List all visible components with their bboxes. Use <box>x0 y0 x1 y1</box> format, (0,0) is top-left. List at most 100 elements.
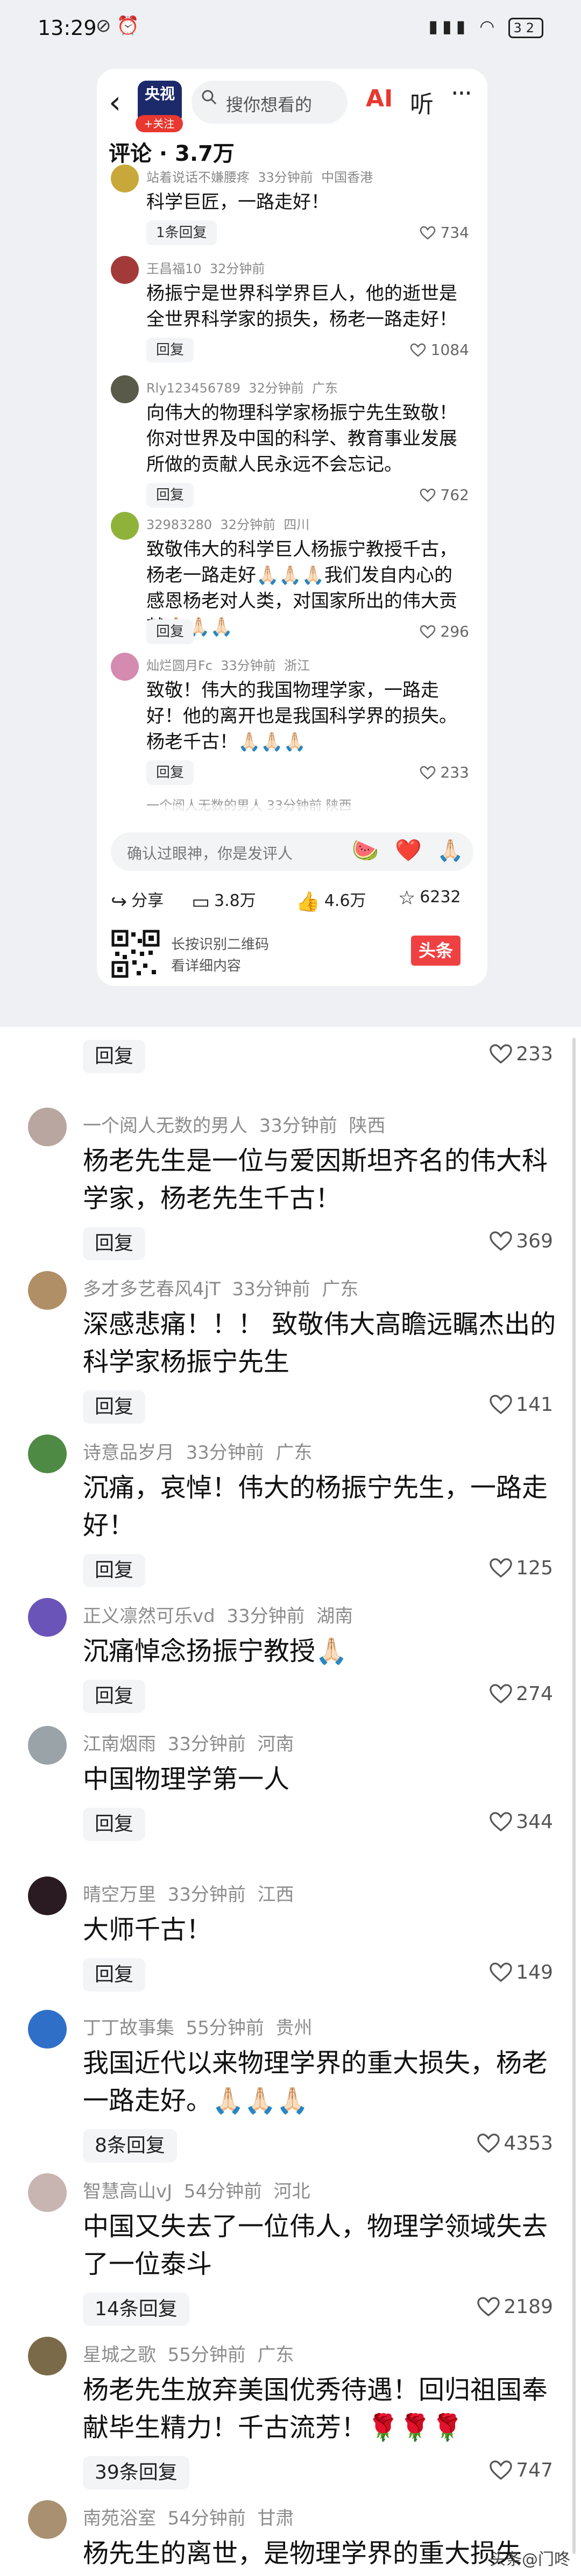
like-button[interactable]: 141 <box>489 1394 553 1416</box>
avatar[interactable] <box>111 375 139 403</box>
battery-indicator: 32 <box>508 18 543 38</box>
like-button[interactable]: 296 <box>420 623 469 640</box>
avatar[interactable] <box>28 2500 67 2539</box>
username[interactable]: 江南烟雨 <box>83 1733 156 1755</box>
avatar[interactable] <box>28 1876 67 1915</box>
like-button[interactable]: 233 <box>420 763 469 781</box>
reply-button[interactable]: 回复 <box>83 1808 146 1841</box>
replies-button[interactable]: 39条回复 <box>83 2456 189 2489</box>
username[interactable]: Rly123456789 <box>146 381 240 396</box>
avatar[interactable] <box>28 2173 67 2212</box>
username[interactable]: 多才多艺春风4jT <box>83 1279 221 1300</box>
watermelon-emoji-button[interactable]: 🍉 <box>352 838 379 863</box>
location: 广东 <box>312 381 338 396</box>
comment-text: 我国近代以来物理学界的重大损失，杨老一路走好。🙏🏻🙏🏻🙏🏻 <box>83 2048 548 2116</box>
username[interactable]: 诗意品岁月 <box>83 1442 174 1464</box>
replies-button[interactable]: 8条回复 <box>83 2129 177 2163</box>
heart-icon <box>420 488 435 502</box>
reply-button[interactable]: 回复 <box>83 1554 146 1587</box>
like-button[interactable]: 2189 <box>477 2296 553 2318</box>
reply-button[interactable]: 回复 <box>83 1390 146 1424</box>
location: 湖南 <box>316 1605 353 1627</box>
username[interactable]: 星城之歌 <box>83 2344 156 2366</box>
username[interactable]: 站着说话不嫌腰疼 <box>146 170 250 185</box>
location: 广东 <box>275 1442 313 1464</box>
share-button[interactable]: ↪ 分享 <box>111 887 164 913</box>
username[interactable]: 丁丁故事集 <box>83 2017 174 2039</box>
reply-button[interactable]: 回复 <box>83 1680 146 1713</box>
like-button[interactable]: 4353 <box>477 2132 553 2154</box>
like-button[interactable]: 233 <box>489 1043 553 1065</box>
username[interactable]: 晴空万里 <box>83 1884 156 1906</box>
username[interactable]: 32983280 <box>146 517 212 532</box>
reply-button[interactable]: 回复 <box>83 1227 146 1260</box>
reply-button[interactable]: 回复 <box>146 760 194 785</box>
reply-button[interactable]: 回复 <box>146 483 194 508</box>
reply-button[interactable]: 1条回复 <box>146 220 217 245</box>
avatar[interactable] <box>28 1108 67 1146</box>
reply-button[interactable]: 回复 <box>146 619 194 644</box>
like-button[interactable]: 149 <box>489 1961 553 1983</box>
comment-text: 大师千古！ <box>83 1915 212 1945</box>
username[interactable]: 一个阅人无数的男人 <box>83 1115 247 1137</box>
username[interactable]: 智慧高山vJ <box>83 2181 172 2202</box>
listen-button[interactable]: 听 <box>410 85 434 119</box>
like-button[interactable]: 1084 <box>410 341 469 359</box>
timestamp: 33分钟前 <box>226 1605 305 1627</box>
avatar[interactable] <box>111 653 139 681</box>
avatar[interactable] <box>28 1271 67 1310</box>
comment-text: 杨老先生放弃美国优秀待遇！回归祖国奉献毕生精力！千古流芳！🌹🌹🌹 <box>83 2375 548 2443</box>
pray-emoji-button[interactable]: 🙏🏻 <box>437 838 464 863</box>
avatar[interactable] <box>28 2337 67 2375</box>
username[interactable]: 正义凛然可乐vd <box>83 1605 215 1627</box>
like-button[interactable]: 762 <box>420 486 469 504</box>
timestamp: 33分钟前 <box>186 1442 264 1464</box>
card-header: ‹ 央视 +关注 搜你想看的 AI 听 ··· <box>97 69 487 139</box>
comments-button[interactable]: ▭ 3.8万 <box>192 887 256 913</box>
timestamp: 33分钟前 <box>259 1115 337 1137</box>
comment-input[interactable]: 确认过眼神，你是发评人 🍉 ❤️ 🙏🏻 <box>111 832 473 871</box>
like-button[interactable]: 734 <box>420 224 469 241</box>
heart-icon <box>420 766 435 780</box>
avatar[interactable] <box>111 512 139 540</box>
like-button[interactable]: 274 <box>489 1683 553 1705</box>
back-arrow-icon[interactable]: ‹ <box>109 84 121 120</box>
like-count: 274 <box>516 1683 553 1705</box>
reply-button[interactable]: 回复 <box>83 1958 146 1992</box>
qr-hint-sub: 看详细内容 <box>171 958 242 974</box>
scrollbar[interactable] <box>572 1038 576 2554</box>
follow-button[interactable]: +关注 <box>136 115 183 132</box>
ai-button[interactable]: AI <box>366 85 393 112</box>
heart-emoji-button[interactable]: ❤️ <box>395 838 422 863</box>
location: 广东 <box>322 1279 359 1300</box>
avatar[interactable] <box>28 1726 67 1765</box>
heart-icon <box>420 625 435 639</box>
qr-code-icon[interactable] <box>111 929 160 979</box>
username[interactable]: 灿烂圆月Fc <box>146 658 212 673</box>
replies-button[interactable]: 14条回复 <box>83 2293 189 2326</box>
like-button[interactable]: 369 <box>489 1230 553 1252</box>
username[interactable]: 王昌福10 <box>146 261 202 276</box>
like-button[interactable]: 125 <box>489 1557 553 1579</box>
avatar[interactable] <box>111 256 139 284</box>
location: 河北 <box>273 2181 310 2202</box>
like-button[interactable]: 747 <box>489 2459 553 2481</box>
favorite-button[interactable]: ☆ 6232 <box>398 887 461 909</box>
reply-button[interactable]: 回复 <box>83 1040 146 1073</box>
avatar[interactable] <box>111 165 139 192</box>
avatar[interactable] <box>28 2010 67 2049</box>
comment-text: 沉痛，哀悼！伟大的杨振宁先生，一路走好！ <box>83 1473 548 1540</box>
like-button[interactable]: 344 <box>489 1811 553 1833</box>
search-input[interactable]: 搜你想看的 <box>192 81 348 124</box>
status-time: 13:29 <box>38 16 97 40</box>
reply-button[interactable]: 回复 <box>146 338 194 362</box>
avatar[interactable] <box>28 1435 67 1473</box>
avatar[interactable] <box>28 1598 67 1637</box>
username[interactable]: 南苑浴室 <box>83 2508 156 2529</box>
location: 贵州 <box>275 2017 313 2039</box>
timestamp: 33分钟前 <box>221 658 276 673</box>
like-button[interactable]: 👍 4.6万 <box>296 887 366 913</box>
like-count: 369 <box>516 1230 553 1252</box>
more-icon[interactable]: ··· <box>451 79 472 108</box>
heart-icon <box>490 1963 512 1982</box>
